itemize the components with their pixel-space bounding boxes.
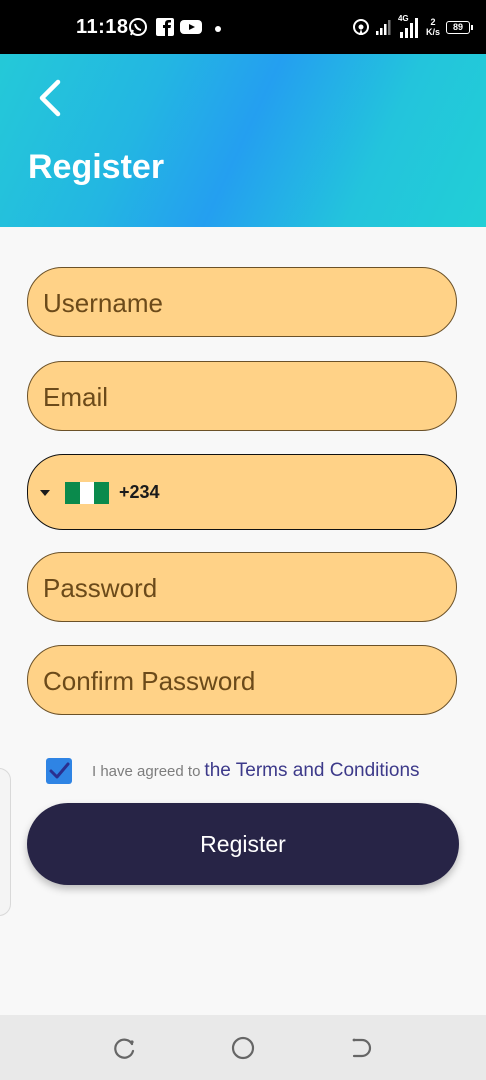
net-speed: 2 K/s (426, 17, 440, 37)
header: Register (0, 54, 486, 227)
status-bar: 11:18 4G 2 K/s 89 (0, 0, 486, 54)
recents-icon[interactable] (110, 1033, 140, 1063)
chevron-left-icon[interactable] (28, 76, 72, 120)
status-right: 4G 2 K/s 89 (352, 14, 473, 40)
notification-dot-icon (215, 26, 221, 32)
nigeria-flag-icon[interactable] (65, 482, 110, 504)
signal-4g-icon: 4G (398, 14, 420, 38)
status-time: 11:18 (76, 16, 129, 38)
confirm-password-field[interactable] (27, 645, 457, 716)
username-field[interactable] (27, 267, 457, 338)
confirm-password-input[interactable] (41, 646, 440, 716)
system-nav-bar (0, 1015, 486, 1080)
youtube-icon (180, 20, 202, 34)
page-title: Register (28, 148, 165, 186)
home-icon[interactable] (228, 1033, 258, 1063)
terms-link[interactable]: the Terms and Conditions (204, 760, 419, 782)
register-button[interactable]: Register (27, 803, 459, 885)
dropdown-arrow-icon[interactable] (38, 486, 52, 500)
password-field[interactable] (27, 552, 457, 623)
side-edge-panel-handle[interactable] (0, 768, 11, 916)
hotspot-icon (352, 19, 369, 35)
username-input[interactable] (41, 268, 440, 338)
facebook-icon (156, 18, 174, 36)
net-speed-unit: K/s (425, 27, 440, 37)
back-icon[interactable] (346, 1033, 376, 1063)
terms-checkbox[interactable] (46, 758, 72, 784)
email-field[interactable] (27, 361, 457, 432)
phone-field[interactable]: +234 (27, 454, 457, 530)
dial-code: +234 (119, 482, 160, 502)
whatsapp-icon (129, 18, 147, 36)
net-speed-value: 2 (430, 17, 436, 27)
terms-row: I have agreed to the Terms and Condition… (92, 760, 420, 784)
battery-indicator: 89 (446, 20, 473, 34)
signal-icon (375, 20, 391, 35)
terms-prefix: I have agreed to (92, 763, 201, 780)
email-input[interactable] (41, 362, 440, 432)
password-input[interactable] (41, 553, 440, 623)
checkmark-icon (49, 762, 70, 779)
